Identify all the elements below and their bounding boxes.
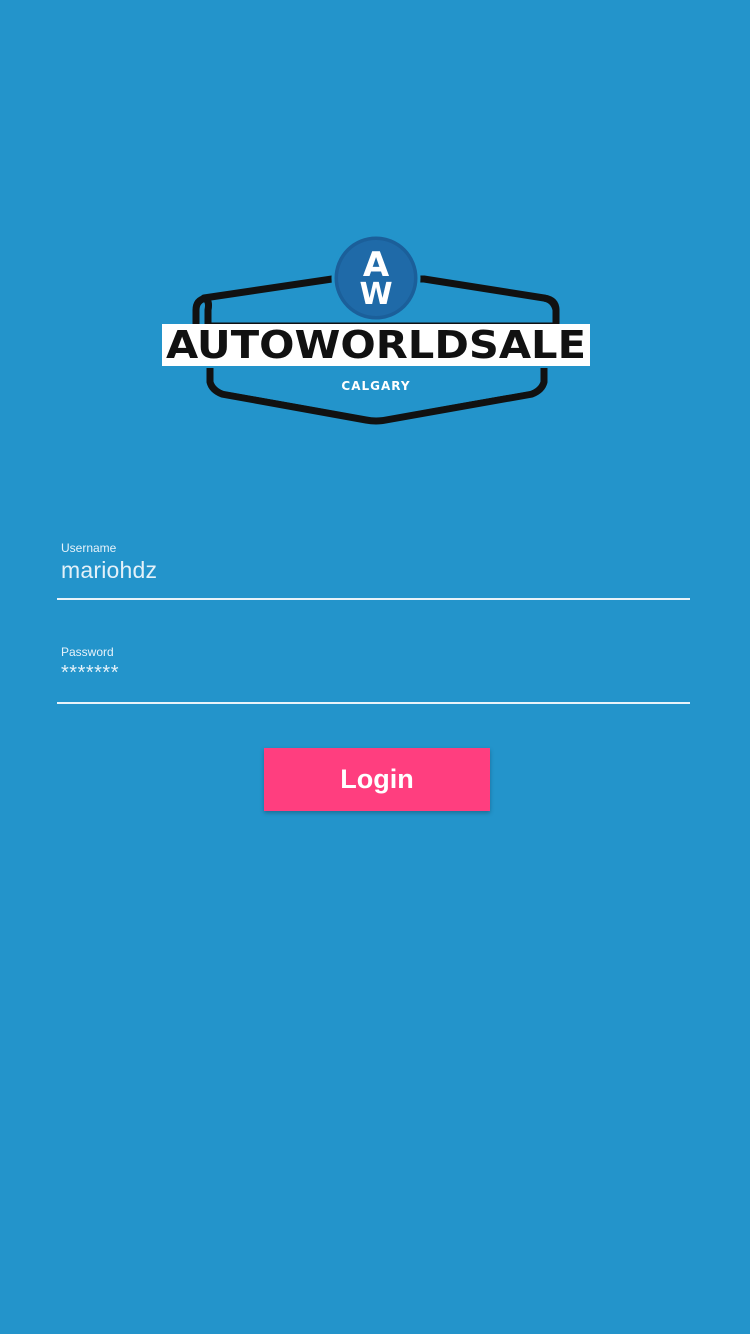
password-input[interactable]: ******* [61, 662, 119, 685]
password-field[interactable]: Password ******* [57, 642, 690, 704]
logo-city: CALGARY [341, 379, 410, 393]
autoworldsale-logo: A W AUTOWORLDSALE CALGARY [160, 232, 592, 428]
username-input[interactable]: mariohdz [61, 557, 157, 584]
login-button[interactable]: Login [264, 748, 490, 811]
logo-image: A W AUTOWORLDSALE CALGARY [162, 233, 590, 425]
login-screen: A W AUTOWORLDSALE CALGARY Username mario… [0, 0, 750, 1334]
logo-monogram-bottom: W [359, 277, 392, 312]
username-field[interactable]: Username mariohdz [57, 538, 690, 600]
password-label: Password [61, 645, 114, 659]
username-underline [57, 598, 690, 600]
password-underline [57, 702, 690, 704]
logo-brand-name: AUTOWORLDSALE [166, 323, 586, 367]
username-label: Username [61, 541, 117, 555]
